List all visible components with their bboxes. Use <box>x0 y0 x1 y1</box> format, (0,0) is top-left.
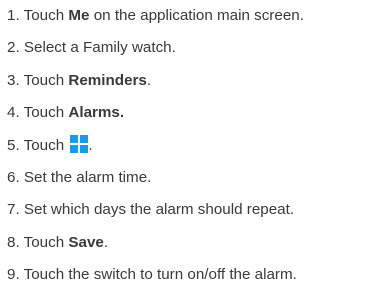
step-keyword: Alarms. <box>68 104 125 122</box>
step-5: 5. Touch . <box>0 130 371 162</box>
step-text-end: . <box>146 71 152 89</box>
step-text: Select a Family watch. <box>23 39 176 57</box>
step-text: Touch <box>23 71 69 89</box>
step-number: 1. <box>7 7 20 24</box>
step-text: Set which days the alarm should repeat. <box>23 201 295 219</box>
step-4: 4. Touch Alarms. <box>0 97 371 129</box>
step-text: Touch <box>23 104 69 122</box>
step-text: Touch <box>23 233 69 251</box>
step-text: Touch the switch to turn on/off the alar… <box>23 266 297 284</box>
step-text-end: . <box>103 233 109 251</box>
step-number: 2. <box>7 39 20 57</box>
step-number: 6. <box>7 168 20 186</box>
step-keyword: Save <box>68 233 104 251</box>
step-text-end: . <box>88 136 93 154</box>
step-keyword: Reminders <box>68 71 147 89</box>
step-text-end: on the application main screen. <box>89 7 304 24</box>
step-1: 1. Touch Me on the application main scre… <box>0 0 371 32</box>
step-keyword: Me <box>68 7 90 24</box>
step-2: 2. Select a Family watch. <box>0 32 371 64</box>
step-text: Touch <box>23 136 69 154</box>
step-6: 6. Set the alarm time. <box>0 162 371 194</box>
step-number: 5. <box>7 136 20 154</box>
step-text: Touch <box>23 7 69 24</box>
step-number: 7. <box>7 201 20 219</box>
step-number: 8. <box>7 233 20 251</box>
step-number: 4. <box>7 104 20 122</box>
step-9: 9. Touch the switch to turn on/off the a… <box>0 259 371 291</box>
step-3: 3. Touch Reminders. <box>0 65 371 97</box>
step-text: Set the alarm time. <box>23 168 152 186</box>
step-7: 7. Set which days the alarm should repea… <box>0 194 371 226</box>
step-8: 8. Touch Save. <box>0 227 371 259</box>
add-plus-icon <box>70 134 89 153</box>
step-number: 3. <box>7 71 20 89</box>
instruction-steps: 1. Touch Me on the application main scre… <box>0 0 371 292</box>
step-number: 9. <box>7 266 20 284</box>
